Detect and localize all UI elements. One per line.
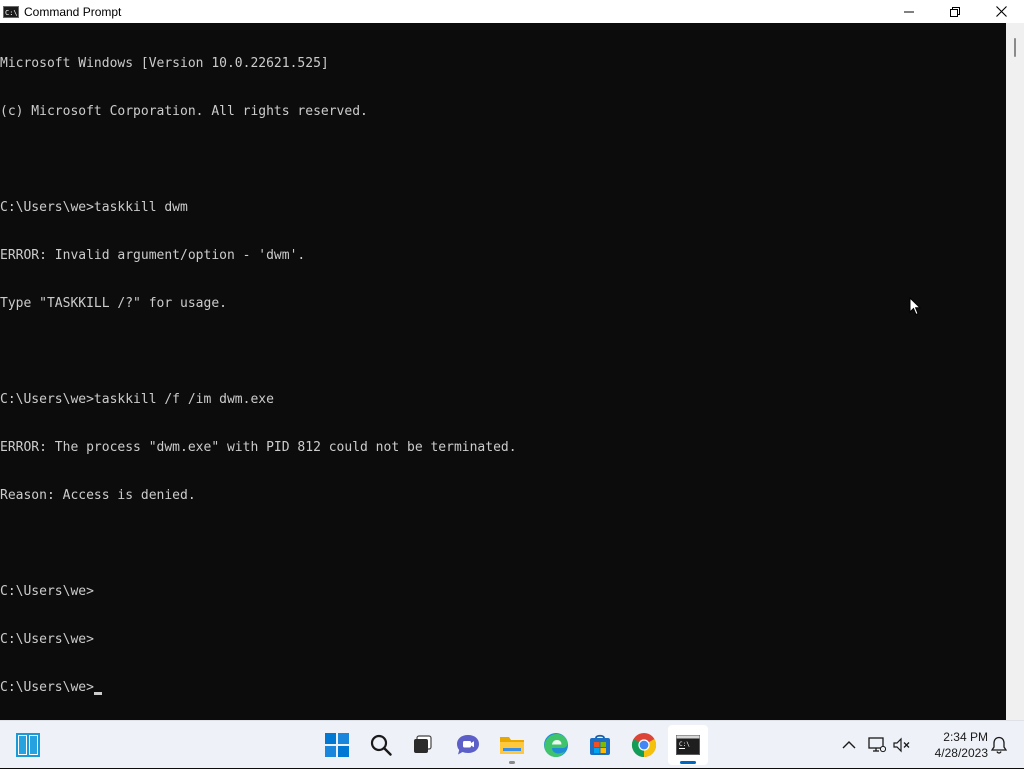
restore-icon bbox=[950, 6, 960, 17]
console-line: Reason: Access is denied. bbox=[0, 488, 196, 503]
close-button[interactable] bbox=[978, 0, 1024, 23]
store-button[interactable] bbox=[580, 725, 620, 765]
console-prompt: C:\Users\we> bbox=[0, 680, 94, 695]
speaker-muted-icon bbox=[893, 737, 910, 753]
running-indicator bbox=[509, 761, 515, 764]
chrome-button[interactable] bbox=[624, 725, 664, 765]
window-title: Command Prompt bbox=[24, 4, 122, 19]
notifications-button[interactable] bbox=[988, 721, 1010, 769]
command-prompt-window: C:\ Command Prompt Microsoft Windows [Ve… bbox=[0, 0, 1024, 720]
console-line: C:\Users\we>taskkill dwm bbox=[0, 200, 188, 215]
console-line: ERROR: The process "dwm.exe" with PID 81… bbox=[0, 440, 517, 455]
chat-icon bbox=[457, 735, 479, 755]
edge-button[interactable] bbox=[536, 725, 576, 765]
console-line: C:\Users\we>taskkill /f /im dwm.exe bbox=[0, 392, 274, 407]
restore-button[interactable] bbox=[932, 0, 978, 23]
network-icon bbox=[868, 737, 886, 753]
notification-bell-icon bbox=[991, 736, 1007, 754]
console-line: C:\Users\we> bbox=[0, 584, 94, 599]
taskbar: C:\ 2:34 PM 4/28/2023 bbox=[0, 720, 1024, 768]
console-line: Type "TASKKILL /?" for usage. bbox=[0, 296, 227, 311]
window-controls bbox=[886, 0, 1024, 23]
file-explorer-icon bbox=[500, 737, 524, 754]
close-icon bbox=[995, 6, 1007, 17]
clock-date: 4/28/2023 bbox=[934, 746, 988, 760]
task-view-button[interactable] bbox=[403, 725, 443, 765]
title-bar[interactable]: C:\ Command Prompt bbox=[0, 0, 1024, 23]
terminal-button[interactable]: C:\ bbox=[668, 725, 708, 765]
network-button[interactable] bbox=[865, 721, 889, 769]
show-hidden-icons-button[interactable] bbox=[838, 721, 860, 769]
store-icon bbox=[590, 734, 610, 755]
minimize-button[interactable] bbox=[886, 0, 932, 23]
volume-button[interactable] bbox=[891, 721, 913, 769]
file-explorer-button[interactable] bbox=[492, 725, 532, 765]
mouse-pointer-icon bbox=[909, 296, 922, 320]
console-line: ERROR: Invalid argument/option - 'dwm'. bbox=[0, 248, 306, 263]
task-view-icon bbox=[414, 735, 432, 753]
active-indicator bbox=[680, 761, 696, 764]
console-line: (c) Microsoft Corporation. All rights re… bbox=[0, 104, 368, 119]
start-icon bbox=[16, 733, 40, 757]
vertical-scrollbar[interactable] bbox=[1006, 23, 1024, 720]
clock[interactable]: 2:34 PM 4/28/2023 bbox=[916, 729, 988, 761]
edge-icon bbox=[544, 733, 568, 757]
search-icon bbox=[370, 734, 392, 756]
minimize-icon bbox=[904, 11, 914, 12]
text-cursor bbox=[93, 692, 102, 695]
windows-start-button[interactable] bbox=[317, 725, 357, 765]
cmd-app-icon[interactable]: C:\ bbox=[3, 5, 19, 18]
console-prompt-line[interactable]: C:\Users\we> bbox=[0, 680, 1006, 696]
terminal-icon: C:\ bbox=[676, 735, 700, 755]
console-line: Microsoft Windows [Version 10.0.22621.52… bbox=[0, 56, 329, 71]
search-button[interactable] bbox=[361, 725, 401, 765]
console-output[interactable]: Microsoft Windows [Version 10.0.22621.52… bbox=[0, 23, 1006, 720]
chat-button[interactable] bbox=[448, 725, 488, 765]
clock-time: 2:34 PM bbox=[943, 730, 988, 744]
console-line: C:\Users\we> bbox=[0, 632, 94, 647]
start-button[interactable] bbox=[8, 725, 48, 765]
windows-logo-icon bbox=[325, 733, 349, 757]
chrome-icon bbox=[631, 733, 657, 757]
chevron-up-icon bbox=[842, 741, 856, 749]
scrollbar-thumb[interactable] bbox=[1014, 38, 1016, 57]
svg-text:C:\: C:\ bbox=[679, 741, 690, 748]
